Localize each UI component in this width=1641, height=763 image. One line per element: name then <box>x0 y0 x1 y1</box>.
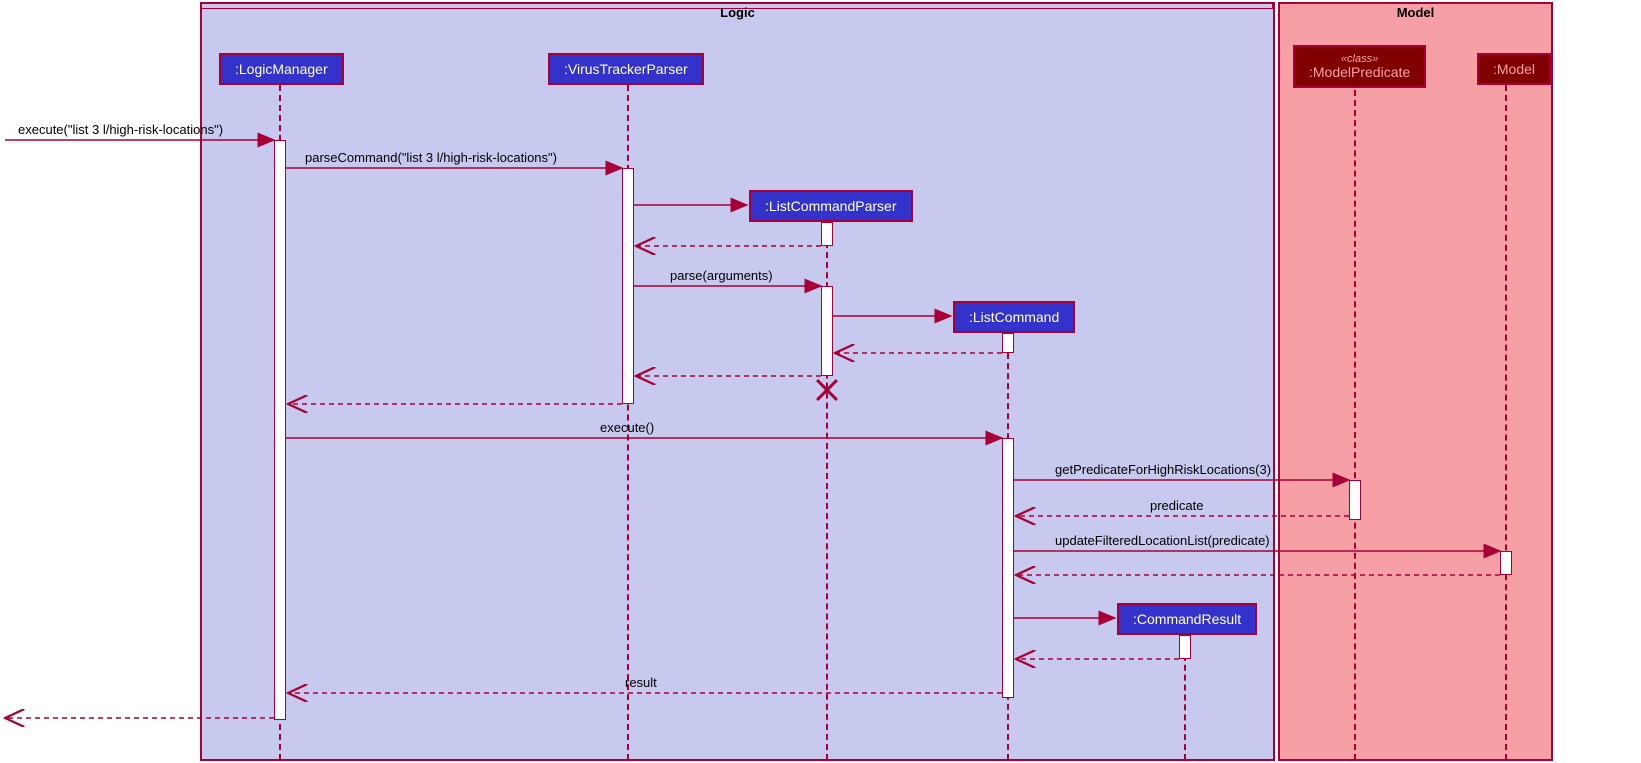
msg-predicate: predicate <box>1150 498 1203 513</box>
msg-execute: execute() <box>600 420 654 435</box>
msg-execute-in: execute("list 3 l/high-risk-locations") <box>18 122 223 137</box>
msg-parse-command: parseCommand("list 3 l/high-risk-locatio… <box>305 150 557 165</box>
msg-update-filtered: updateFilteredLocationList(predicate) <box>1055 533 1270 548</box>
msg-result: result <box>625 675 657 690</box>
msg-get-predicate: getPredicateForHighRiskLocations(3) <box>1055 462 1271 477</box>
msg-parse-args: parse(arguments) <box>670 268 773 283</box>
destroy-icon <box>815 378 839 402</box>
